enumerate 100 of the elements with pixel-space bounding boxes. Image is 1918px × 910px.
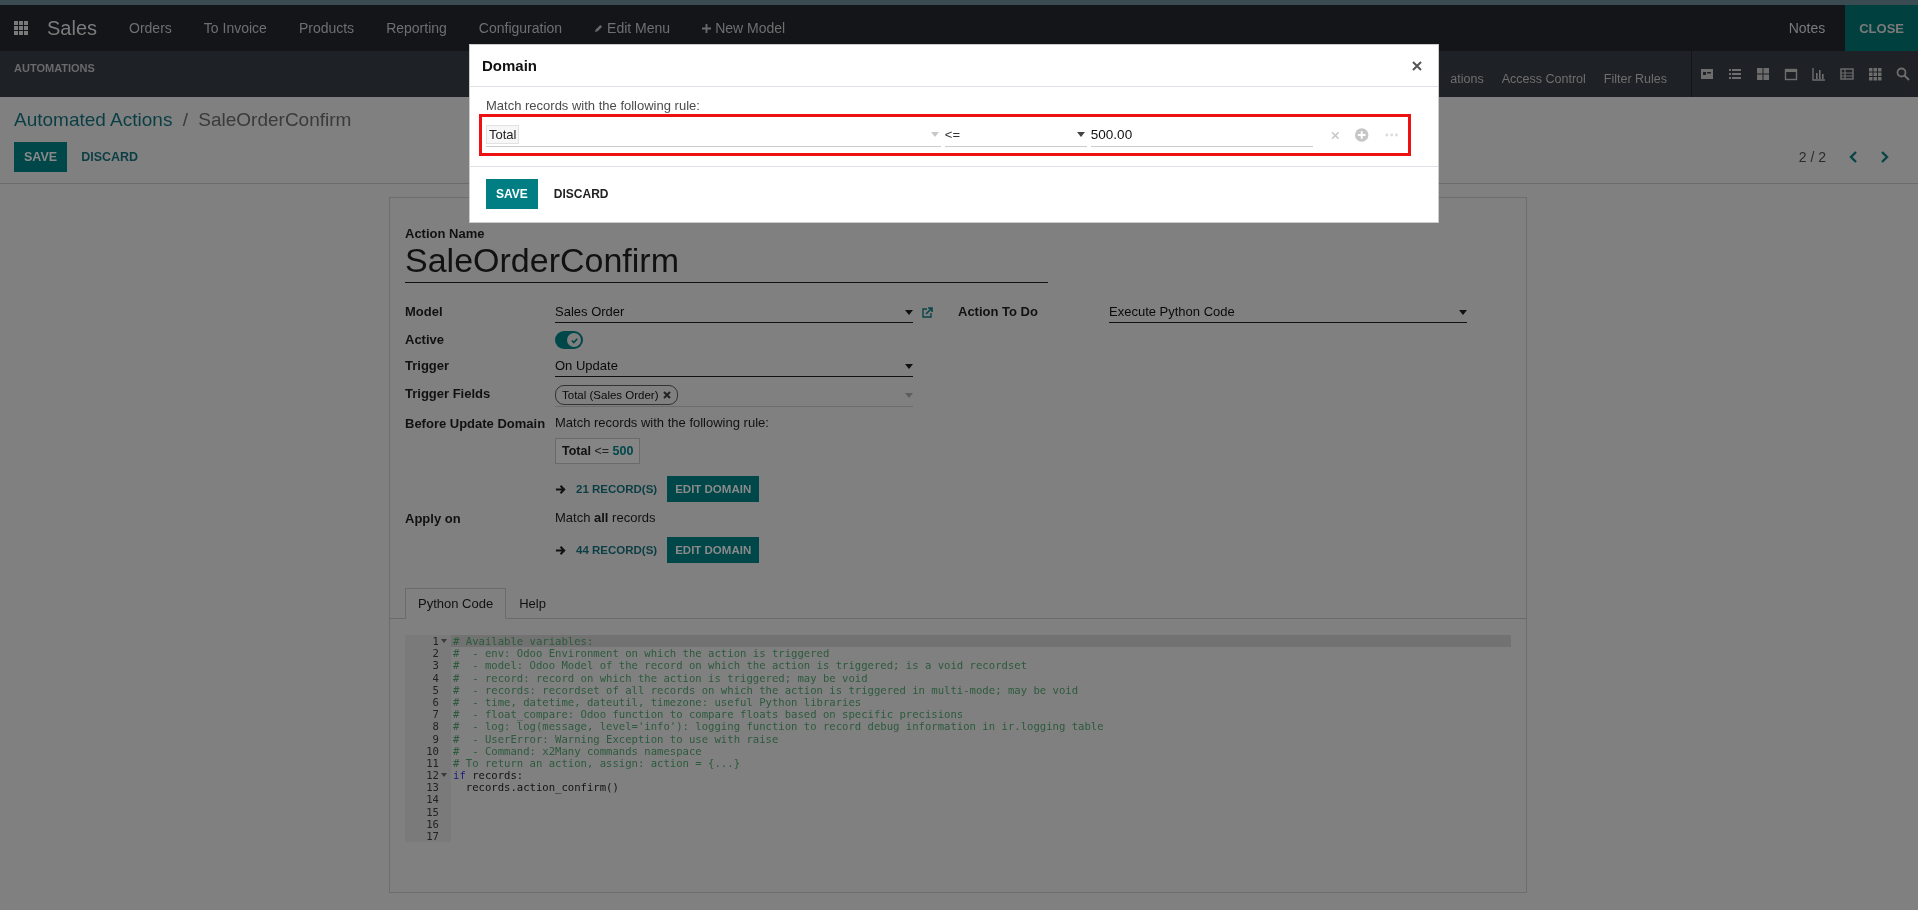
code-line: # - model: Odoo Model of the record on which the action is triggered; is a void recordset [452,659,1028,672]
field-label: Before Update Domain [405,415,547,433]
search-icon[interactable] [1896,67,1910,81]
caret-icon [1459,309,1467,315]
action-name-field[interactable]: SaleOrderConfirm [405,241,1048,283]
next-icon[interactable] [1880,151,1890,163]
plus-icon [702,23,712,33]
records-link[interactable]: 21 RECORD(S) [576,483,658,495]
caret-icon [905,363,913,369]
field-label: Trigger [405,357,451,375]
tab[interactable]: Help [506,588,559,619]
fold-icon[interactable] [441,773,447,778]
code-line: # - UserError: Warning Exception to use with raise [452,732,779,745]
caret-icon [1076,132,1085,137]
code-line: # - Command: x2Many commands namespace [452,744,702,757]
menu-item[interactable]: Configuration [462,20,579,36]
field-label: Model [405,303,444,321]
code-line: if records: [452,769,524,782]
action-select[interactable]: Execute Python Code [1109,303,1467,323]
line-number: 9 [432,732,439,745]
code-line: # - float_compare: Odoo function to compare floats based on specific precisions [452,708,964,721]
field-tag: Total (Sales Order) [555,385,678,405]
menu-item[interactable]: Products [282,20,371,36]
code-line: # - env: Odoo Environment on which the action is triggered [452,647,830,660]
code-line: # To return an action, assign: action = {...} [452,756,740,770]
menu-item[interactable]: New Model [686,20,802,36]
breadcrumb-separator: / [182,109,188,130]
trigger-select[interactable]: On Update [555,357,913,377]
save-button[interactable]: SAVE [486,179,538,209]
caret-icon [930,132,939,137]
dialog-title: Domain [482,57,537,74]
delete-icon[interactable] [1330,130,1340,140]
field-select[interactable]: Total [486,123,941,147]
submenu-link[interactable]: Filter Rules [1603,72,1667,86]
domain-description: Match all records [555,510,657,525]
check-icon [569,335,579,345]
model-select[interactable]: Sales Order [555,303,913,323]
line-number: 4 [432,671,439,684]
remove-icon[interactable] [662,391,671,399]
tab[interactable]: Python Code [405,588,507,619]
app-title: Sales [47,16,98,40]
line-number: 14 [426,793,439,806]
close-icon[interactable] [1412,60,1422,71]
rule-value: 500 [612,444,634,458]
breadcrumb-current: SaleOrderConfirm [198,109,352,130]
line-number: 11 [426,756,439,770]
records-link[interactable]: 44 RECORD(S) [576,544,658,556]
line-number: 2 [432,647,439,660]
card-view-icon[interactable] [1700,67,1714,81]
line-number: 12 [426,769,439,782]
code-editor[interactable] [405,635,1511,840]
line-number: 7 [432,708,439,721]
add-icon[interactable] [1355,128,1369,142]
external-link-icon[interactable] [921,307,933,319]
domain-description: Match records with the following rule: [555,415,770,430]
fold-icon[interactable] [441,639,447,644]
list-view-icon[interactable] [1728,67,1742,81]
code-line: # - record: record on which the action is triggered; may be void [452,671,868,684]
discard-button[interactable]: DISCARD [75,149,145,165]
code-line: # Available variables: [452,635,594,648]
graph-view-icon[interactable] [1812,67,1826,81]
save-button[interactable]: SAVE [14,142,68,172]
menu-item[interactable]: Edit Menu [578,20,687,36]
pivot-view-icon[interactable] [1840,67,1854,81]
menu-item[interactable]: Orders [113,20,188,36]
calendar-view-icon[interactable] [1784,67,1798,81]
submenu-link[interactable]: ations [1450,72,1484,86]
apps-menu-icon[interactable] [14,21,28,35]
code-line: # - time, datetime, dateutil, timezone: useful Python libraries [452,695,862,709]
caret-icon [905,392,913,398]
line-number: 13 [426,781,439,794]
field-label: Trigger Fields [405,385,492,403]
line-number: 5 [432,683,439,696]
line-number: 3 [432,659,439,672]
kanban-view-icon[interactable] [1756,67,1770,81]
field-label: Action Name [405,226,486,241]
arrow-right-icon [555,544,566,556]
operator-select[interactable]: <= [944,123,1087,147]
code-line: records.action_confirm() [464,781,619,794]
arrow-right-icon [555,483,566,495]
menu-item[interactable]: To Invoice [187,20,283,36]
field-label: Action To Do [958,303,1039,321]
menu-item[interactable]: Reporting [370,20,463,36]
grid-view-icon[interactable] [1868,67,1882,81]
previous-icon[interactable] [1848,151,1858,163]
code-line: # - records: recordset of all records on which the action is triggered in multi-mode; may be void [452,683,1079,696]
line-number: 1 [432,635,439,648]
submenu-link[interactable]: Access Control [1501,72,1586,86]
code-line: # - log: log(message, level='info'): logging function to record debug information in ir.logging table [452,720,1104,733]
pager-value: 2 / 2 [1798,149,1826,165]
dialog-description: Match records with the following rule: [486,98,701,113]
trigger-fields-select[interactable]: Total (Sales Order) [555,385,913,407]
breadcrumb-link[interactable]: Automated Actions [14,109,173,130]
value-input[interactable]: 500.00 [1090,123,1313,147]
edit-domain-button[interactable]: EDIT DOMAIN [667,537,760,563]
edit-domain-button[interactable]: EDIT DOMAIN [667,476,760,502]
rule-operator: <= [594,444,610,458]
active-toggle[interactable] [555,331,583,349]
close-button[interactable]: CLOSE [1845,5,1918,51]
notes-link[interactable]: Notes [1768,20,1846,36]
